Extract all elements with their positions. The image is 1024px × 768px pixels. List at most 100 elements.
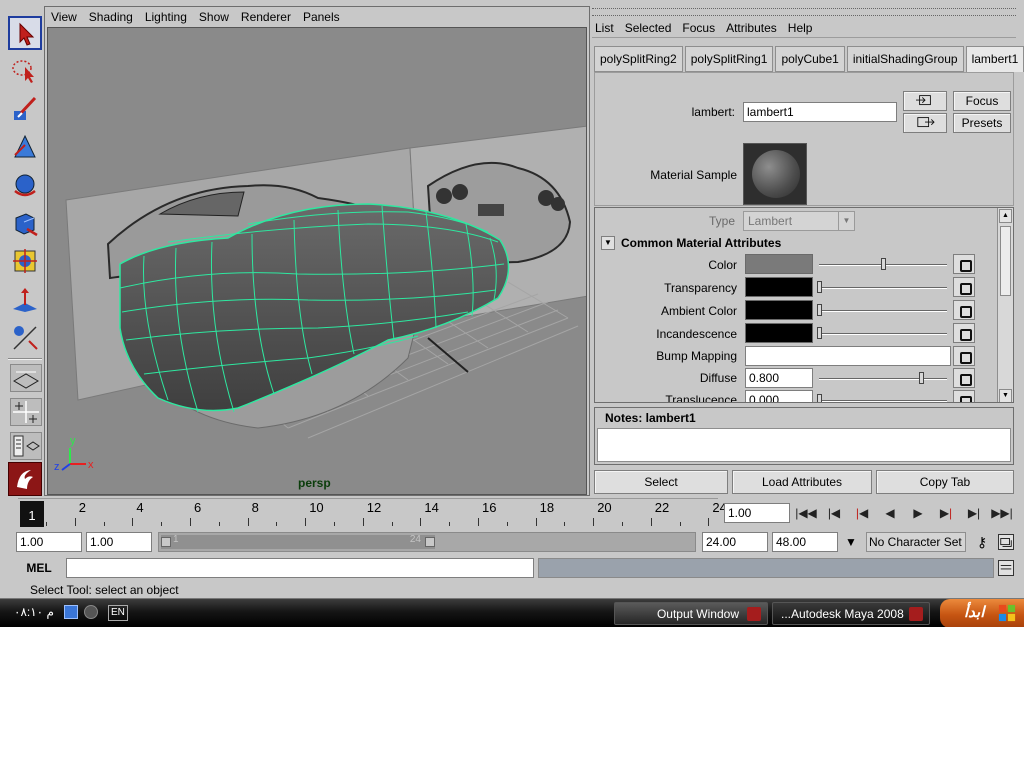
single-perspective-layout-button[interactable] xyxy=(10,364,42,392)
bump-mapping-map-button[interactable] xyxy=(953,346,975,366)
range-slider-handle[interactable]: 1 24 xyxy=(161,534,435,549)
ambient-color-slider-thumb[interactable] xyxy=(817,304,822,316)
focus-button[interactable]: Focus xyxy=(953,91,1011,111)
step-forward-frame-icon[interactable]: ▶| xyxy=(962,502,986,524)
tab-initialshadinggroup[interactable]: initialShadingGroup xyxy=(846,46,964,72)
maya-logo-button[interactable] xyxy=(8,462,42,496)
load-attributes-button[interactable]: Load Attributes xyxy=(732,470,872,494)
translucence-map-button[interactable] xyxy=(953,390,975,402)
type-dropdown[interactable]: Lambert ▼ xyxy=(743,211,855,231)
tab-lambert1[interactable]: lambert1 xyxy=(965,46,1024,72)
output-window-task[interactable]: Output Window xyxy=(614,602,768,625)
diffuse-map-button[interactable] xyxy=(953,368,975,388)
menu-shading[interactable]: Shading xyxy=(89,10,133,24)
perspective-viewport[interactable]: y x z persp xyxy=(47,27,587,495)
menu-list[interactable]: List xyxy=(595,21,614,35)
diffuse-slider-thumb[interactable] xyxy=(919,372,925,384)
transparency-swatch[interactable] xyxy=(745,277,813,297)
scroll-down-icon[interactable]: ▼ xyxy=(999,389,1012,402)
incandescence-swatch[interactable] xyxy=(745,323,813,343)
incandescence-slider[interactable] xyxy=(819,333,947,335)
go-to-start-icon[interactable]: |◀◀ xyxy=(794,502,818,524)
play-backwards-icon[interactable]: ◀ xyxy=(878,502,902,524)
bump-mapping-field[interactable] xyxy=(745,346,951,366)
scale-tool-button[interactable] xyxy=(8,206,42,240)
key-icon[interactable]: ⚷ xyxy=(970,532,994,552)
tab-polycube1[interactable]: polyCube1 xyxy=(775,46,845,72)
chevron-down-icon[interactable]: ▼ xyxy=(840,532,862,552)
menu-help[interactable]: Help xyxy=(788,21,813,35)
presets-button[interactable]: Presets xyxy=(953,113,1011,133)
animation-end-field[interactable]: 48.00 xyxy=(772,532,838,552)
panel-drag-handle[interactable] xyxy=(592,8,1016,16)
network-tray-icon[interactable] xyxy=(64,605,78,619)
notes-text-area[interactable] xyxy=(597,428,1011,462)
move-tool-button[interactable] xyxy=(8,130,42,164)
transparency-slider-thumb[interactable] xyxy=(817,281,822,293)
play-forwards-icon[interactable]: ▶ xyxy=(906,502,930,524)
lasso-tool-button[interactable] xyxy=(8,54,42,88)
menu-show[interactable]: Show xyxy=(199,10,229,24)
ambient-color-map-button[interactable] xyxy=(953,300,975,320)
output-connection-button[interactable] xyxy=(903,113,947,133)
playback-end-field[interactable]: 24.00 xyxy=(702,532,768,552)
playback-start-field[interactable]: 1.00 xyxy=(86,532,152,552)
select-button[interactable]: Select xyxy=(594,470,728,494)
menu-focus[interactable]: Focus xyxy=(682,21,715,35)
outliner-layout-button[interactable] xyxy=(10,432,42,460)
go-to-end-icon[interactable]: ▶▶| xyxy=(990,502,1014,524)
script-language-label[interactable]: MEL xyxy=(14,558,64,578)
media-tray-icon[interactable] xyxy=(84,605,98,619)
material-name-field[interactable]: lambert1 xyxy=(743,102,897,122)
paint-select-tool-button[interactable] xyxy=(8,92,42,126)
menu-renderer[interactable]: Renderer xyxy=(241,10,291,24)
menu-attributes[interactable]: Attributes xyxy=(726,21,777,35)
tab-polysplitring2[interactable]: polySplitRing2 xyxy=(594,46,683,72)
start-button[interactable]: ابدأ xyxy=(940,599,1024,627)
menu-view[interactable]: View xyxy=(51,10,77,24)
menu-lighting[interactable]: Lighting xyxy=(145,10,187,24)
language-indicator[interactable]: EN xyxy=(108,605,128,621)
preferences-icon[interactable] xyxy=(998,534,1014,550)
range-left-handle[interactable] xyxy=(161,537,171,547)
character-set-field[interactable]: No Character Set xyxy=(866,532,966,552)
color-swatch[interactable] xyxy=(745,254,813,274)
soft-modification-button[interactable] xyxy=(8,282,42,316)
incandescence-slider-thumb[interactable] xyxy=(817,327,822,339)
scrollbar-thumb[interactable] xyxy=(1000,226,1011,296)
universal-manipulator-button[interactable] xyxy=(8,244,42,278)
menu-selected[interactable]: Selected xyxy=(625,21,672,35)
tab-polysplitring1[interactable]: polySplitRing1 xyxy=(684,46,774,72)
time-slider[interactable]: 1 2 4 6 8 10 12 14 16 18 20 22 24 xyxy=(18,498,727,528)
command-input[interactable] xyxy=(66,558,534,578)
input-connection-button[interactable] xyxy=(903,91,947,111)
incandescence-map-button[interactable] xyxy=(953,323,975,343)
menu-panels[interactable]: Panels xyxy=(303,10,340,24)
animation-start-field[interactable]: 1.00 xyxy=(16,532,82,552)
translucence-slider-thumb[interactable] xyxy=(817,394,822,402)
copy-tab-button[interactable]: Copy Tab xyxy=(876,470,1014,494)
translucence-slider[interactable] xyxy=(819,400,947,402)
diffuse-field[interactable]: 0.800 xyxy=(745,368,813,388)
transparency-slider[interactable] xyxy=(819,287,947,289)
step-back-key-icon[interactable]: |◀ xyxy=(850,502,874,524)
select-tool-button[interactable] xyxy=(8,16,42,50)
transparency-map-button[interactable] xyxy=(953,277,975,297)
rotate-tool-button[interactable] xyxy=(8,168,42,202)
scroll-up-icon[interactable]: ▲ xyxy=(999,209,1012,223)
current-frame-marker[interactable]: 1 xyxy=(20,501,44,527)
script-editor-icon[interactable] xyxy=(998,560,1014,576)
ambient-color-swatch[interactable] xyxy=(745,300,813,320)
ambient-color-slider[interactable] xyxy=(819,310,947,312)
maya-window-task[interactable]: ...Autodesk Maya 2008 xyxy=(772,602,930,625)
step-forward-key-icon[interactable]: ▶| xyxy=(934,502,958,524)
range-right-handle[interactable] xyxy=(425,537,435,547)
range-slider[interactable]: 1 24 xyxy=(158,532,696,552)
step-back-frame-icon[interactable]: |◀ xyxy=(822,502,846,524)
four-view-layout-button[interactable] xyxy=(10,398,42,426)
color-slider-thumb[interactable] xyxy=(881,258,886,270)
current-time-field[interactable]: 1.00 xyxy=(724,503,790,523)
diffuse-slider[interactable] xyxy=(819,378,947,380)
section-collapse-toggle[interactable]: ▼ xyxy=(601,236,615,250)
show-manipulator-button[interactable] xyxy=(8,320,42,354)
